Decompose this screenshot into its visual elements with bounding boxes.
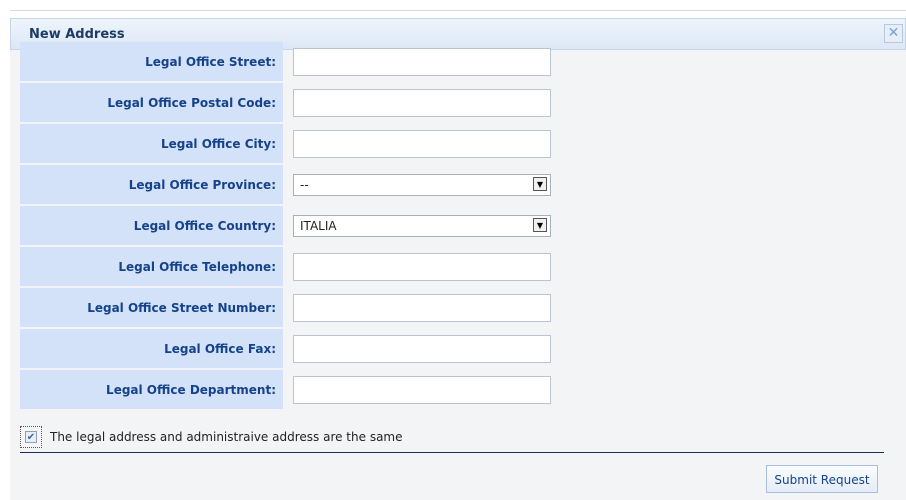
submit-request-button[interactable]: Submit Request — [766, 465, 878, 493]
chevron-down-icon[interactable]: ▼ — [533, 217, 547, 232]
form-row: Legal Office City: — [20, 123, 896, 165]
city-input[interactable] — [293, 129, 551, 158]
dialog-title: New Address — [29, 27, 125, 42]
form-row: Legal Office Country: ITALIA ▼ — [20, 205, 896, 247]
country-value: ITALIA — [300, 218, 337, 233]
country-select[interactable]: ITALIA ▼ — [293, 214, 551, 237]
form-row: Legal Office Telephone: — [20, 246, 896, 288]
fax-input[interactable] — [293, 334, 551, 363]
city-label: Legal Office City: — [20, 123, 283, 165]
street-label: Legal Office Street: — [20, 42, 283, 83]
telephone-input[interactable] — [293, 252, 551, 281]
form-row: Legal Office Department: — [20, 369, 896, 411]
chevron-down-icon[interactable]: ▼ — [533, 176, 547, 191]
street-number-label: Legal Office Street Number: — [20, 287, 283, 329]
telephone-label: Legal Office Telephone: — [20, 246, 283, 288]
form-row: Legal Office Postal Code: — [20, 82, 896, 124]
form-row: Legal Office Fax: — [20, 328, 896, 370]
form-row: Legal Office Province: -- ▼ — [20, 164, 896, 206]
form-row: Legal Office Street: — [20, 42, 896, 83]
close-icon[interactable]: ✕ — [884, 24, 903, 43]
fax-label: Legal Office Fax: — [20, 328, 283, 370]
postal-code-input[interactable] — [293, 88, 551, 117]
province-select[interactable]: -- ▼ — [293, 173, 551, 196]
province-label: Legal Office Province: — [20, 164, 283, 206]
street-input[interactable] — [293, 47, 551, 76]
country-label: Legal Office Country: — [20, 205, 283, 247]
department-label: Legal Office Department: — [20, 369, 283, 411]
street-number-input[interactable] — [293, 293, 551, 322]
same-address-row: ✔ The legal address and administraive ad… — [20, 426, 440, 450]
checkmark-icon: ✔ — [25, 431, 37, 443]
department-input[interactable] — [293, 375, 551, 404]
same-address-label: The legal address and administraive addr… — [50, 430, 403, 444]
address-form: Legal Office Street: Legal Office Postal… — [20, 42, 896, 411]
top-rule — [10, 10, 906, 11]
postal-code-label: Legal Office Postal Code: — [20, 82, 283, 124]
divider — [20, 452, 884, 453]
province-value: -- — [300, 177, 309, 192]
same-address-checkbox[interactable]: ✔ — [20, 426, 42, 448]
form-row: Legal Office Street Number: — [20, 287, 896, 329]
